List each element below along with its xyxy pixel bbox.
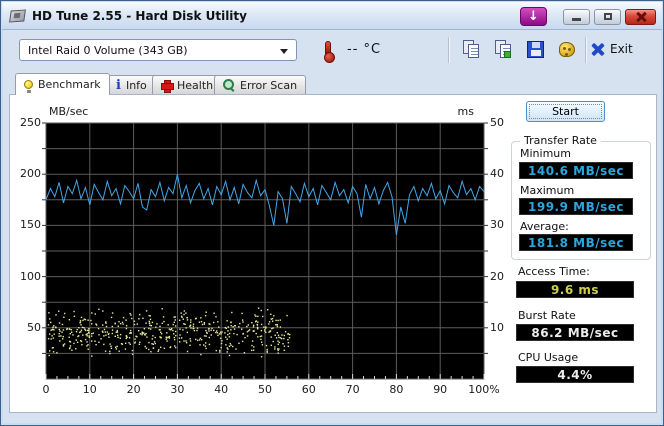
toolbar-separator <box>585 37 587 63</box>
average-value: 181.8 MB/sec <box>519 234 633 251</box>
maximize-button[interactable] <box>594 8 621 25</box>
x-axis-tick: 20 <box>126 383 141 396</box>
tab-info-label: Info <box>125 78 147 92</box>
options-icon <box>559 42 575 57</box>
left-axis-tick: 100 <box>20 269 41 283</box>
close-button[interactable] <box>625 8 656 25</box>
x-icon <box>591 43 604 56</box>
save-icon <box>527 41 544 58</box>
tab-benchmark[interactable]: Benchmark <box>15 73 110 95</box>
transfer-rate-group-label: Transfer Rate <box>520 134 601 147</box>
right-axis-tick: 30 <box>490 218 504 232</box>
app-window: HD Tune 2.55 - Hard Disk Utility ↓ Intel… <box>0 0 664 426</box>
left-axis-tick: 150 <box>20 218 41 232</box>
minimum-label: Minimum <box>520 147 571 160</box>
right-axis-tick: 20 <box>490 269 504 283</box>
app-icon <box>9 8 26 23</box>
x-axis-tick: 50 <box>258 383 272 396</box>
temperature-readout: -- °C <box>347 42 382 57</box>
bulb-icon <box>24 80 33 93</box>
right-axis-tick: 10 <box>490 320 504 334</box>
x-axis-tick: 10 <box>82 383 97 396</box>
left-axis-tick: 200 <box>20 167 41 181</box>
left-axis-tick: 50 <box>27 320 41 334</box>
cpu-usage-value: 4.4% <box>516 366 634 383</box>
options-button[interactable] <box>557 39 579 61</box>
drive-select-dropdown[interactable]: Intel Raid 0 Volume (343 GB) <box>19 39 297 61</box>
right-axis-unit: ms <box>457 105 474 118</box>
x-axis-tick: 70 <box>345 383 360 396</box>
chevron-down-icon <box>280 49 288 54</box>
thermometer-icon <box>324 41 335 63</box>
burst-rate-label: Burst Rate <box>518 309 576 322</box>
copy-image-button[interactable] <box>493 39 515 61</box>
minimize-button[interactable] <box>563 8 590 25</box>
minimize-icon <box>572 17 581 21</box>
copy-button[interactable] <box>461 39 483 61</box>
close-icon <box>636 12 646 22</box>
window-title: HD Tune 2.55 - Hard Disk Utility <box>32 8 247 23</box>
drive-select-value: Intel Raid 0 Volume (343 GB) <box>28 43 188 57</box>
titlebar: HD Tune 2.55 - Hard Disk Utility ↓ <box>2 2 662 30</box>
benchmark-chart <box>42 122 488 380</box>
toolbar-separator <box>448 37 450 63</box>
exit-label: Exit <box>610 42 633 56</box>
tab-benchmark-label: Benchmark <box>38 78 101 91</box>
right-axis-tick: 40 <box>490 167 504 181</box>
x-axis-tick: 100% <box>468 383 500 396</box>
start-button[interactable]: Start <box>526 101 605 122</box>
magnifier-icon <box>223 79 235 91</box>
download-button[interactable]: ↓ <box>520 7 547 26</box>
exit-button[interactable]: Exit <box>591 42 633 56</box>
tab-info[interactable]: i Info <box>107 75 156 94</box>
right-axis-tick: 50 <box>490 116 504 129</box>
x-axis-tick: 90 <box>433 383 448 396</box>
tab-health-label: Health <box>177 78 214 92</box>
maximum-value: 199.9 MB/sec <box>519 198 633 215</box>
x-axis-tick: 0 <box>42 383 50 396</box>
save-button[interactable] <box>525 39 547 61</box>
x-axis-tick: 30 <box>170 383 185 396</box>
access-time-label: Access Time: <box>518 265 590 278</box>
tab-error-scan-label: Error Scan <box>240 78 298 92</box>
burst-rate-value: 86.2 MB/sec <box>516 324 634 341</box>
tab-error-scan[interactable]: Error Scan <box>214 75 307 94</box>
x-axis-tick: 60 <box>301 383 316 396</box>
info-icon: i <box>116 77 121 93</box>
maximize-icon <box>603 13 612 20</box>
down-arrow-icon: ↓ <box>528 9 539 24</box>
tab-strip: Benchmark i Info Health Error Scan <box>1 71 663 95</box>
maximum-label: Maximum <box>520 184 575 197</box>
x-axis-tick: 80 <box>389 383 404 396</box>
left-axis-tick: 250 <box>20 116 41 129</box>
left-axis-unit: MB/sec <box>49 105 89 118</box>
minimum-value: 140.6 MB/sec <box>519 162 633 179</box>
access-time-value: 9.6 ms <box>516 281 634 298</box>
health-cross-icon <box>161 79 174 93</box>
tab-health[interactable]: Health <box>152 75 223 94</box>
cpu-usage-label: CPU Usage <box>518 351 579 364</box>
average-label: Average: <box>520 220 569 233</box>
x-axis-tick: 40 <box>214 383 229 396</box>
toolbar: Intel Raid 0 Volume (343 GB) -- °C Exit <box>1 31 663 67</box>
